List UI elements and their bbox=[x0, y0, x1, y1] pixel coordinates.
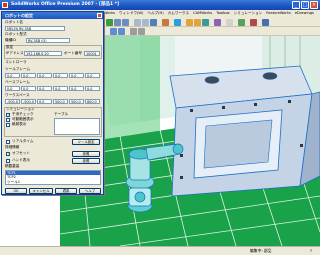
checkbox-hand-label: ハンド表示 bbox=[12, 158, 30, 162]
work-zmax-field[interactable]: 800.0 bbox=[85, 99, 100, 104]
menu-featureworks[interactable]: FeatureWorks bbox=[266, 12, 291, 16]
base-label: ベースフレーム bbox=[5, 80, 30, 84]
base-z-field[interactable]: 0.0 bbox=[37, 86, 52, 91]
robot-name-label: ロボット名 bbox=[5, 20, 23, 24]
base-a-field[interactable]: 0.0 bbox=[53, 86, 68, 91]
robot-path-icon[interactable] bbox=[194, 19, 201, 26]
ref-button-2[interactable]: 参照 bbox=[72, 158, 100, 164]
dialog-titlebar: ロボットの設定 bbox=[2, 12, 103, 19]
tcp-list-selected-row[interactable] bbox=[6, 171, 100, 175]
load-label: 積載重量 bbox=[5, 164, 20, 168]
cut-icon[interactable] bbox=[250, 19, 257, 26]
dialog-title: ロボットの設定 bbox=[5, 12, 33, 18]
checkbox-realtime[interactable] bbox=[6, 140, 10, 144]
menu-edrawings[interactable]: eDrawings bbox=[295, 12, 314, 16]
tool-a-field[interactable]: 0.0 bbox=[53, 73, 68, 78]
tool-x-field[interactable]: 0.0 bbox=[5, 73, 20, 78]
view-orientation-icon[interactable] bbox=[174, 19, 181, 26]
status-help[interactable]: ? bbox=[310, 249, 312, 253]
tcp-list-item-3: ツール1 bbox=[7, 179, 21, 184]
controller-label: コントローラ bbox=[5, 60, 27, 64]
tool-z-field[interactable]: 0.0 bbox=[37, 73, 52, 78]
rotate-icon[interactable] bbox=[114, 19, 121, 26]
menu-camworks[interactable]: CAMWorks bbox=[193, 12, 212, 16]
robot-id-field[interactable]: RV-3SB (Q) bbox=[26, 38, 70, 43]
robot-name-field[interactable]: MELFA RV-3SB bbox=[5, 26, 65, 31]
status-bar: 編集中: 部品 ? bbox=[0, 246, 320, 255]
table-label: テーブル bbox=[54, 112, 69, 116]
base-y-field[interactable]: 0.0 bbox=[21, 86, 36, 91]
plane-icon[interactable] bbox=[130, 28, 137, 35]
sketch-icon[interactable] bbox=[226, 19, 233, 26]
work-xmin-field[interactable]: -500.0 bbox=[5, 99, 20, 104]
apply-button[interactable]: 適用 bbox=[55, 188, 77, 194]
checkbox-collision[interactable] bbox=[6, 113, 10, 117]
ref-button-1[interactable]: 参照 bbox=[72, 151, 100, 157]
axis-icon[interactable] bbox=[138, 28, 145, 35]
menu-toolbox[interactable]: Toolbox bbox=[216, 12, 229, 16]
measure-icon[interactable] bbox=[214, 19, 221, 26]
ok-button[interactable]: OK bbox=[5, 188, 27, 194]
menu-camworks-jp[interactable]: カムワークス bbox=[168, 12, 189, 16]
robot-model-label: ロボット型式 bbox=[5, 32, 27, 36]
shaded-icon[interactable] bbox=[150, 19, 157, 26]
tool-y-field[interactable]: 0.0 bbox=[21, 73, 36, 78]
menu-window[interactable]: ウィンドウ(W) bbox=[119, 12, 143, 16]
base-c-field[interactable]: 0.0 bbox=[85, 86, 100, 91]
checkbox-hand[interactable] bbox=[6, 159, 10, 163]
table-list[interactable] bbox=[54, 118, 100, 135]
status-center: 編集中: 部品 bbox=[250, 248, 272, 253]
zoom-in-out-icon[interactable] bbox=[106, 19, 113, 26]
ip-field[interactable]: 192.168.0.20 bbox=[24, 51, 62, 56]
workspace-label: ワークスペース bbox=[5, 93, 30, 97]
tool-label: ツールフレーム bbox=[5, 67, 31, 71]
extrude-icon[interactable] bbox=[238, 19, 245, 26]
checkbox-trace-label: 軌跡表示 bbox=[12, 122, 27, 126]
robot-settings-dialog: ロボットの設定 ロボット名 MELFA RV-3SB ロボット型式 機種ID R… bbox=[1, 11, 104, 195]
port-field[interactable]: 10001 bbox=[84, 51, 100, 56]
section-view-icon[interactable] bbox=[162, 19, 169, 26]
window-titlebar: SolidWorks Office Premium 2007 - [部品1 *]… bbox=[0, 0, 320, 10]
app-icon bbox=[2, 2, 8, 8]
tool-c-field[interactable]: 0.0 bbox=[85, 73, 100, 78]
checkbox-offset-label: オフセット bbox=[12, 151, 30, 155]
settings-label: 設定 bbox=[6, 45, 14, 49]
help-button[interactable]: ヘルプ bbox=[79, 188, 101, 194]
info-label: 詳細情報 bbox=[5, 145, 20, 149]
close-button[interactable]: × bbox=[310, 1, 318, 9]
robot-id-label: 機種ID bbox=[5, 38, 17, 42]
mate-icon[interactable] bbox=[262, 19, 269, 26]
cancel-button[interactable]: キャンセル bbox=[29, 188, 53, 194]
window-title: SolidWorks Office Premium 2007 - [部品1 *] bbox=[11, 2, 120, 7]
work-ymax-field[interactable]: 500.0 bbox=[69, 99, 84, 104]
menu-simulation[interactable]: シミュレーション bbox=[234, 12, 263, 16]
base-x-field[interactable]: 0.0 bbox=[5, 86, 20, 91]
minimize-button[interactable]: _ bbox=[292, 1, 300, 9]
base-b-field[interactable]: 0.0 bbox=[69, 86, 84, 91]
simulate-icon[interactable] bbox=[202, 19, 209, 26]
hole-1 bbox=[204, 76, 220, 84]
robot-icon[interactable] bbox=[186, 19, 193, 26]
work-zmin-field[interactable]: 0.0 bbox=[37, 99, 52, 104]
checkbox-trace[interactable] bbox=[6, 123, 10, 127]
maximize-button[interactable]: □ bbox=[301, 1, 309, 9]
mirror-icon[interactable] bbox=[118, 28, 125, 35]
work-xmax-field[interactable]: 500.0 bbox=[53, 99, 68, 104]
work-ymin-field[interactable]: -500.0 bbox=[21, 99, 36, 104]
pattern-icon[interactable] bbox=[110, 28, 117, 35]
ip-label: IPアドレス bbox=[6, 51, 24, 55]
checkbox-realtime-label: リアルタイム bbox=[12, 139, 34, 143]
tool-settings-button[interactable]: ツール設定 bbox=[72, 139, 100, 145]
checkbox-range[interactable] bbox=[6, 118, 10, 122]
hole-2 bbox=[262, 72, 278, 80]
tool-b-field[interactable]: 0.0 bbox=[69, 73, 84, 78]
checkbox-offset[interactable] bbox=[6, 152, 10, 156]
port-label: ポート番号 bbox=[64, 51, 82, 55]
wireframe-icon[interactable] bbox=[134, 19, 141, 26]
pan-icon[interactable] bbox=[122, 19, 129, 26]
part-inner-wall bbox=[203, 119, 273, 169]
hidden-lines-icon[interactable] bbox=[142, 19, 149, 26]
menu-help[interactable]: ヘルプ(H) bbox=[147, 12, 163, 16]
dialog-close-button[interactable] bbox=[97, 13, 102, 18]
